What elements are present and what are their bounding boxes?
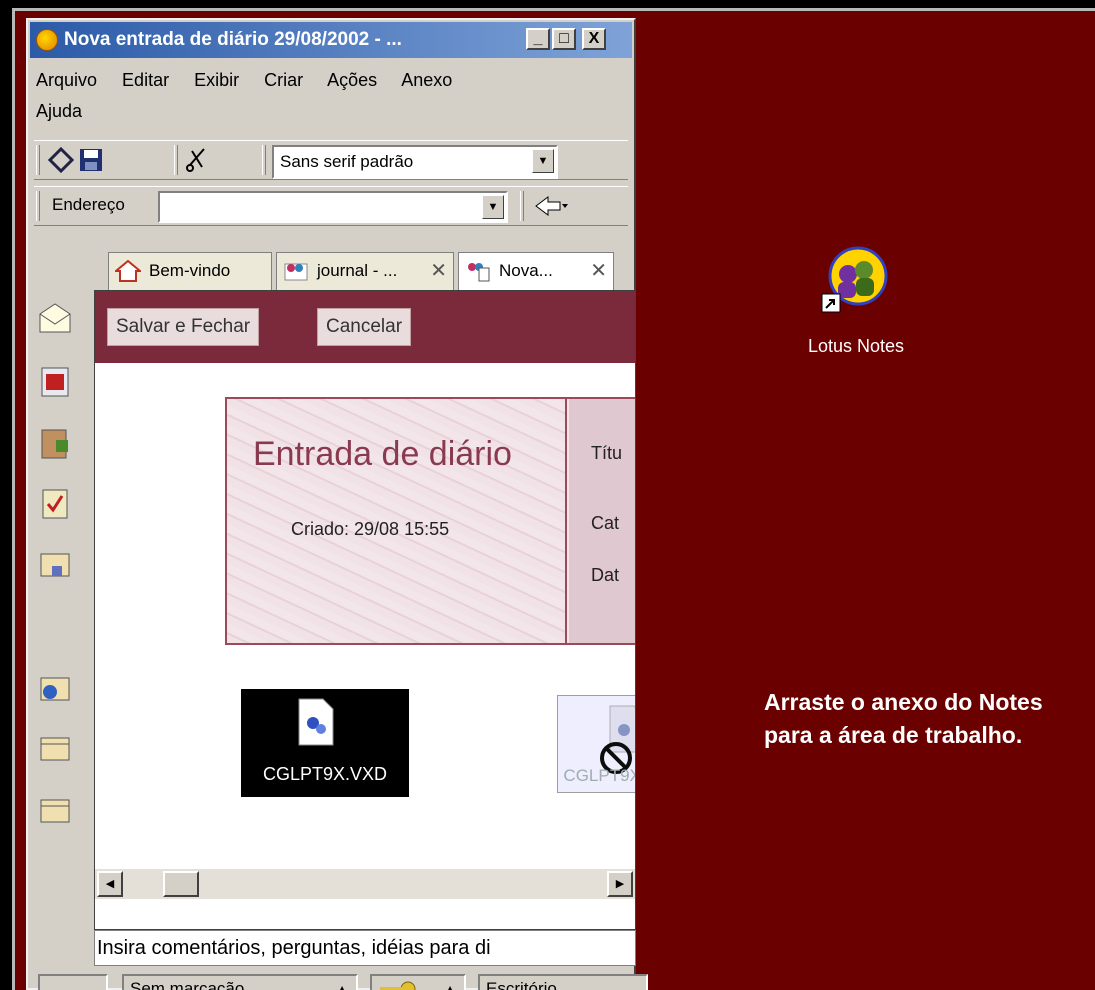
- contacts-icon[interactable]: [38, 426, 72, 460]
- tab-nova[interactable]: Nova... ✕: [458, 252, 614, 290]
- attachment-item[interactable]: CGLPT9X.VXD: [241, 689, 409, 797]
- cancel-button[interactable]: Cancelar: [317, 308, 412, 346]
- form-created-date: Criado: 29/08 15:55: [291, 519, 450, 539]
- folder-icon[interactable]: [38, 732, 72, 766]
- chevron-up-icon: ▲: [444, 982, 456, 990]
- chevron-down-icon[interactable]: ▼: [532, 149, 554, 173]
- close-icon[interactable]: ✕: [430, 253, 447, 289]
- attachment-filename: CGLPT9X.VXD: [563, 766, 635, 785]
- menu-editar[interactable]: Editar: [122, 70, 169, 90]
- home-icon: [115, 260, 141, 282]
- new-doc-icon: [468, 263, 490, 282]
- menu-bar: Arquivo Editar Exibir Criar Ações Anexo …: [36, 64, 536, 128]
- dragged-attachment-ghost: CGLPT9X.VXD: [557, 695, 635, 793]
- close-button[interactable]: X: [582, 28, 606, 50]
- desktop: Lotus Notes Arraste o anexo do Notes par…: [0, 0, 1095, 990]
- save-icon[interactable]: [78, 147, 104, 173]
- refresh-icon[interactable]: [48, 147, 74, 173]
- status-bar: Sem marcação ▲ ▲ Escritório: [34, 970, 648, 990]
- formatting-toolbar: Sans serif padrão ▼: [34, 140, 628, 180]
- scroll-left-icon[interactable]: ◀: [97, 871, 123, 897]
- form-banner: Entrada de diário Criado: 29/08 15:55: [227, 399, 567, 643]
- tab-label: Bem-vindo: [149, 261, 231, 280]
- security-key-selector[interactable]: ▲: [370, 974, 466, 990]
- menu-acoes[interactable]: Ações: [327, 70, 377, 90]
- toolbar-grip[interactable]: [262, 145, 266, 175]
- tab-label: journal - ...: [317, 261, 398, 280]
- address-label: Endereço: [52, 195, 125, 214]
- scroll-thumb[interactable]: [163, 871, 199, 897]
- back-arrow-icon[interactable]: [534, 193, 570, 219]
- browser-folder-icon[interactable]: [38, 672, 72, 706]
- drag-instruction-text: Arraste o anexo do Notes para a área de …: [764, 689, 1043, 748]
- lotus-notes-shortcut[interactable]: Lotus Notes: [786, 244, 926, 374]
- title-field-label: Títu: [591, 443, 623, 463]
- title-bar[interactable]: Nova entrada de diário 29/08/2002 - ... …: [30, 22, 632, 58]
- toolbar-grip[interactable]: [520, 191, 524, 221]
- journal-icon: [284, 263, 308, 281]
- location-selector[interactable]: Escritório: [478, 974, 648, 990]
- save-and-close-button[interactable]: Salvar e Fechar: [107, 308, 260, 346]
- toolbar-grip[interactable]: [36, 145, 40, 175]
- form-title: Entrada de diário: [253, 435, 512, 473]
- minimize-button[interactable]: _: [526, 28, 550, 50]
- toolbar-grip[interactable]: [174, 145, 178, 175]
- tab-label: Nova...: [499, 261, 553, 280]
- file-icon: [298, 698, 334, 746]
- chevron-up-icon: ▲: [336, 982, 348, 990]
- menu-arquivo[interactable]: Arquivo: [36, 70, 97, 90]
- todo-icon[interactable]: [38, 486, 72, 520]
- date-field-label: Dat: [591, 565, 620, 585]
- folder-icon[interactable]: [38, 794, 72, 828]
- menu-exibir[interactable]: Exibir: [194, 70, 239, 90]
- maximize-button[interactable]: □: [552, 28, 576, 50]
- mail-icon[interactable]: [38, 302, 72, 336]
- journal-form-header: Entrada de diário Criado: 29/08 15:55 Tí…: [225, 397, 635, 645]
- status-field[interactable]: [38, 974, 108, 990]
- menu-criar[interactable]: Criar: [264, 70, 303, 90]
- scroll-right-icon[interactable]: ▶: [607, 871, 633, 897]
- toolbar-grip[interactable]: [36, 191, 40, 221]
- horizontal-scrollbar[interactable]: ◀ ▶: [95, 869, 635, 899]
- window-title: Nova entrada de diário 29/08/2002 - ...: [64, 29, 402, 50]
- address-input[interactable]: ▼: [158, 191, 508, 223]
- font-select-value: Sans serif padrão: [280, 152, 414, 171]
- menu-ajuda[interactable]: Ajuda: [36, 95, 516, 128]
- markup-value: Sem marcação: [130, 979, 245, 990]
- replicator-icon[interactable]: [38, 548, 72, 582]
- cut-icon[interactable]: [184, 147, 210, 173]
- action-bar: Salvar e Fechar Cancelar: [95, 291, 635, 363]
- calendar-icon[interactable]: [38, 364, 72, 398]
- close-icon[interactable]: ✕: [590, 253, 607, 289]
- form-fields: Títu Cat Dat: [569, 399, 635, 643]
- lotus-notes-icon: [821, 246, 888, 313]
- notes-window: Nova entrada de diário 29/08/2002 - ... …: [26, 18, 648, 990]
- lotus-app-icon: [36, 29, 58, 51]
- font-select[interactable]: Sans serif padrão ▼: [272, 145, 558, 179]
- category-field-label: Cat: [591, 513, 620, 533]
- lotus-notes-label: Lotus Notes: [807, 336, 905, 356]
- key-icon: [380, 981, 416, 990]
- status-message: Insira comentários, perguntas, idéias pa…: [94, 930, 636, 966]
- markup-selector[interactable]: Sem marcação ▲: [122, 974, 358, 990]
- chevron-down-icon[interactable]: ▼: [482, 195, 504, 219]
- attachment-filename: CGLPT9X.VXD: [262, 764, 388, 784]
- address-toolbar: Endereço ▼: [34, 186, 628, 226]
- menu-anexo[interactable]: Anexo: [401, 70, 452, 90]
- location-value: Escritório: [486, 979, 557, 990]
- document-pane: Salvar e Fechar Cancelar Entrada de diár…: [94, 290, 636, 930]
- tab-bem-vindo[interactable]: Bem-vindo: [108, 252, 272, 290]
- tab-journal[interactable]: journal - ... ✕: [276, 252, 454, 290]
